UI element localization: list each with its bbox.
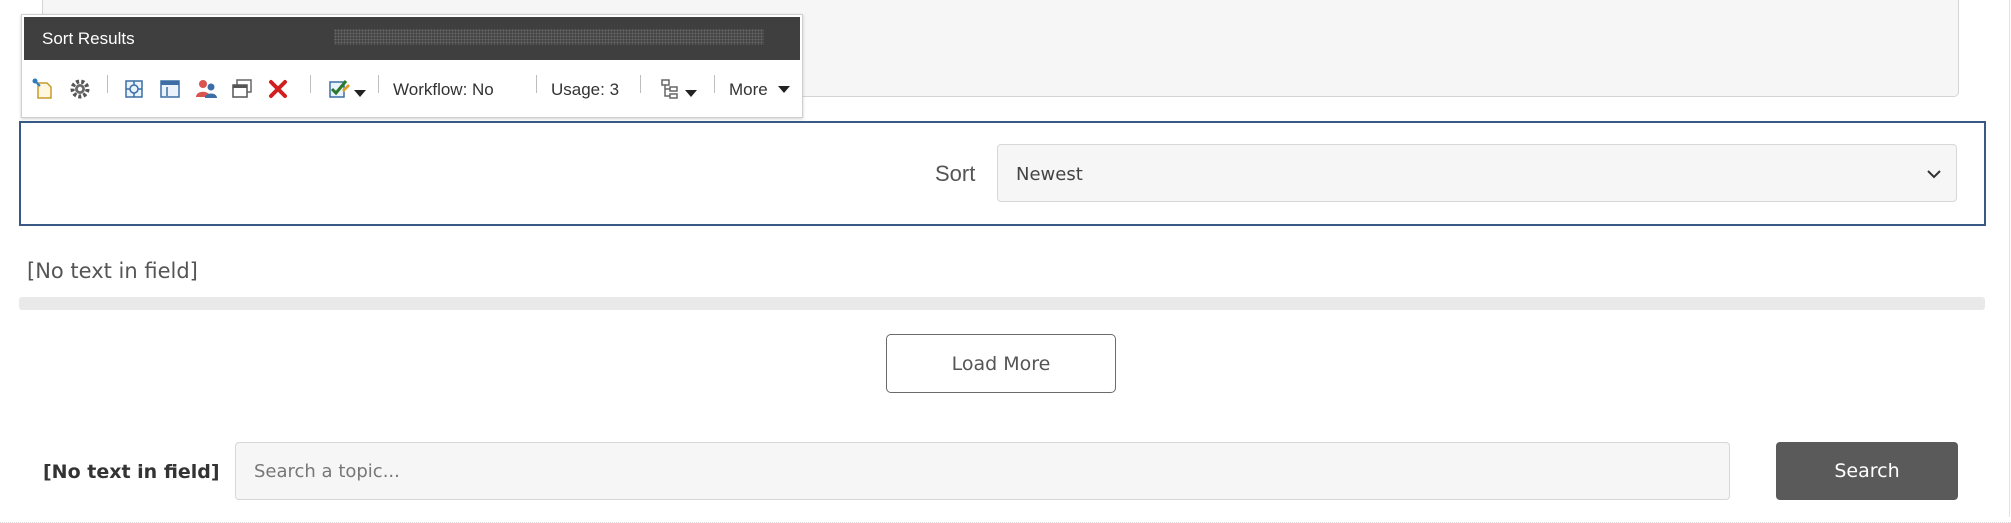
settings-gear-icon[interactable] bbox=[68, 77, 92, 101]
toolbar-separator bbox=[310, 75, 311, 93]
sort-label: Sort bbox=[935, 161, 976, 186]
loading-progress-bar bbox=[19, 297, 1985, 310]
toolbar-drag-grip[interactable] bbox=[334, 29, 764, 45]
toolbar-title: Sort Results bbox=[42, 29, 135, 48]
usage-count[interactable]: Usage: 3 bbox=[551, 80, 619, 100]
chevron-down-icon bbox=[1926, 167, 1942, 185]
empty-field-placeholder: [No text in field] bbox=[27, 259, 198, 283]
toolbar-separator bbox=[107, 75, 108, 93]
window-icon[interactable] bbox=[230, 77, 254, 101]
delete-x-icon[interactable] bbox=[266, 77, 290, 101]
workflow-status: Workflow: No bbox=[393, 80, 494, 99]
search-button[interactable]: Search bbox=[1776, 442, 1958, 500]
toolbar-separator bbox=[536, 75, 537, 93]
check-edit-icon[interactable] bbox=[325, 77, 369, 101]
insert-icon[interactable] bbox=[31, 77, 55, 101]
more-menu[interactable]: More bbox=[729, 80, 791, 100]
personalize-users-icon[interactable] bbox=[195, 77, 219, 101]
edit-layout-icon[interactable] bbox=[158, 77, 182, 101]
sort-section: Sort Newest bbox=[19, 121, 1986, 226]
more-label: More bbox=[729, 80, 768, 99]
sort-selected-value: Newest bbox=[1016, 164, 1083, 185]
toolbar-separator bbox=[714, 75, 715, 93]
load-more-button[interactable]: Load More bbox=[886, 334, 1116, 393]
search-input[interactable] bbox=[235, 442, 1730, 500]
toolbar-separator bbox=[378, 75, 379, 93]
page-edge bbox=[2009, 0, 2010, 517]
sort-dropdown[interactable]: Newest bbox=[997, 144, 1957, 202]
search-label-placeholder: [No text in field] bbox=[43, 461, 220, 483]
chevron-down-icon bbox=[354, 89, 366, 97]
target-icon[interactable] bbox=[122, 77, 146, 101]
hierarchy-icon[interactable] bbox=[656, 77, 700, 101]
toolbar-row: Workflow: No Usage: 3 More bbox=[22, 71, 802, 107]
chevron-down-icon bbox=[685, 89, 697, 97]
toolbar-header[interactable]: Sort Results bbox=[24, 17, 800, 60]
toolbar-separator bbox=[640, 75, 641, 93]
edit-toolbar: Sort Results Workflow: No Usage: 3 More bbox=[21, 14, 803, 118]
chevron-down-icon bbox=[778, 86, 791, 94]
